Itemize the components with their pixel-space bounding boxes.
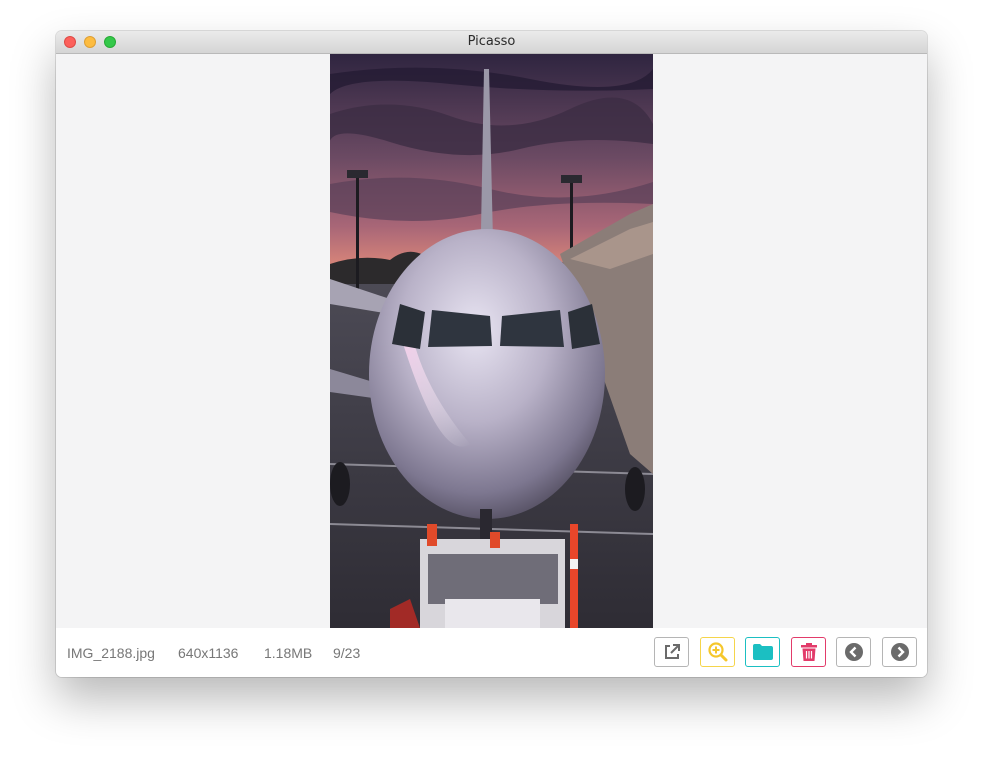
next-image-button[interactable] bbox=[882, 637, 917, 667]
resolution-label: 640x1136 bbox=[178, 645, 239, 661]
previous-image-button[interactable] bbox=[836, 637, 871, 667]
zoom-in-button[interactable] bbox=[700, 637, 735, 667]
external-link-icon bbox=[664, 644, 680, 659]
chevron-right-icon bbox=[890, 643, 909, 661]
window-title: Picasso bbox=[467, 34, 516, 49]
file-size-label: 1.18MB bbox=[264, 645, 313, 661]
app-window: Picasso IMG_2188.jpg 640x1136 1.18MB 9/2… bbox=[56, 31, 927, 677]
title-bar[interactable]: Picasso bbox=[56, 31, 927, 54]
chevron-left-icon bbox=[844, 643, 863, 661]
open-external-button[interactable] bbox=[654, 637, 689, 667]
trash-icon bbox=[800, 643, 817, 661]
folder-icon bbox=[752, 644, 773, 660]
delete-button[interactable] bbox=[791, 637, 826, 667]
open-folder-button[interactable] bbox=[745, 637, 780, 667]
zoom-in-icon bbox=[707, 642, 727, 662]
airplane-photo bbox=[330, 54, 653, 628]
status-bar: IMG_2188.jpg 640x1136 1.18MB 9/23 bbox=[56, 628, 927, 677]
image-index-label: 9/23 bbox=[333, 645, 361, 661]
filename-label: IMG_2188.jpg bbox=[67, 645, 155, 661]
image-viewer[interactable] bbox=[56, 54, 927, 628]
